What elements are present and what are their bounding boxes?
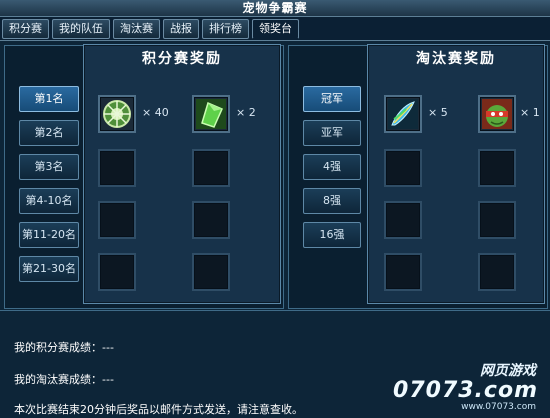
rank-button-4-10[interactable]: 第4-10名 bbox=[19, 188, 79, 214]
reward-slot[interactable] bbox=[98, 95, 136, 133]
reward-delivery-notice: 本次比赛结束20分钟后奖品以邮件方式发送，请注意查收。 bbox=[14, 403, 303, 416]
tab-battle-report[interactable]: 战报 bbox=[163, 19, 199, 39]
empty-reward-slot bbox=[192, 149, 230, 187]
points-reward-title: 积分赛奖励 bbox=[142, 51, 222, 67]
rank-button-1st[interactable]: 第1名 bbox=[19, 86, 79, 112]
points-reward-panel: 第1名 第2名 第3名 第4-10名 第11-20名 第21-30名 积分赛奖励… bbox=[4, 44, 284, 309]
watermark-line-3: www.07073.com bbox=[461, 402, 536, 412]
rank-button-top-8[interactable]: 8强 bbox=[303, 188, 361, 214]
tab-my-team[interactable]: 我的队伍 bbox=[52, 19, 110, 39]
empty-reward-slot bbox=[384, 201, 422, 239]
tab-points-race[interactable]: 积分赛 bbox=[2, 19, 49, 39]
empty-reward-slot bbox=[192, 253, 230, 291]
rank-button-top-16[interactable]: 16强 bbox=[303, 222, 361, 248]
rank-button-21-30[interactable]: 第21-30名 bbox=[19, 256, 79, 282]
reward-quantity: × 1 bbox=[520, 106, 540, 119]
tab-bar: 积分赛 我的队伍 淘汰赛 战报 排行榜 领奖台 bbox=[2, 19, 299, 39]
window-title: 宠物争霸赛 bbox=[0, 0, 550, 17]
points-race-result: 我的积分赛成绩：--- bbox=[14, 341, 114, 354]
rank-button-11-20[interactable]: 第11-20名 bbox=[19, 222, 79, 248]
knockout-reward-title: 淘汰赛奖励 bbox=[416, 51, 496, 67]
knockout-reward-panel: 冠军 亚军 4强 8强 16强 淘汰赛奖励 × 5 × 1 bbox=[288, 44, 548, 309]
empty-reward-slot bbox=[478, 201, 516, 239]
ninja-turtle-avatar-icon bbox=[482, 99, 512, 129]
green-gear-orb-icon bbox=[103, 100, 131, 128]
empty-reward-slot bbox=[478, 149, 516, 187]
rank-button-2nd[interactable]: 第2名 bbox=[19, 120, 79, 146]
empty-reward-slot bbox=[98, 201, 136, 239]
reward-slot[interactable] bbox=[478, 95, 516, 133]
rank-button-champion[interactable]: 冠军 bbox=[303, 86, 361, 112]
watermark-line-2: 07073.com bbox=[393, 378, 538, 403]
watermark-line-1: 网页游戏 bbox=[480, 363, 536, 379]
tab-podium[interactable]: 领奖台 bbox=[252, 19, 299, 39]
main-area: 第1名 第2名 第3名 第4-10名 第11-20名 第21-30名 积分赛奖励… bbox=[0, 40, 550, 311]
tab-leaderboard[interactable]: 排行榜 bbox=[202, 19, 249, 39]
site-watermark: 网页游戏 07073.com www.07073.com bbox=[393, 360, 542, 414]
reward-quantity: × 2 bbox=[236, 106, 256, 119]
green-crystal-icon bbox=[196, 99, 226, 129]
knockout-reward-popup: 淘汰赛奖励 × 5 × 1 bbox=[367, 44, 545, 304]
rank-button-3rd[interactable]: 第3名 bbox=[19, 154, 79, 180]
reward-slot[interactable] bbox=[192, 95, 230, 133]
tab-knockout[interactable]: 淘汰赛 bbox=[113, 19, 160, 39]
rank-button-runner-up[interactable]: 亚军 bbox=[303, 120, 361, 146]
empty-reward-slot bbox=[384, 253, 422, 291]
empty-reward-slot bbox=[384, 149, 422, 187]
empty-reward-slot bbox=[98, 253, 136, 291]
points-reward-popup: 积分赛奖励 × 40 × 2 bbox=[83, 44, 281, 304]
empty-reward-slot bbox=[478, 253, 516, 291]
empty-reward-slot bbox=[98, 149, 136, 187]
rank-button-top-4[interactable]: 4强 bbox=[303, 154, 361, 180]
feather-quill-icon bbox=[388, 99, 418, 129]
reward-quantity: × 40 bbox=[142, 106, 169, 119]
knockout-result: 我的淘汰赛成绩：--- bbox=[14, 373, 114, 386]
empty-reward-slot bbox=[192, 201, 230, 239]
reward-slot[interactable] bbox=[384, 95, 422, 133]
reward-quantity: × 5 bbox=[428, 106, 448, 119]
